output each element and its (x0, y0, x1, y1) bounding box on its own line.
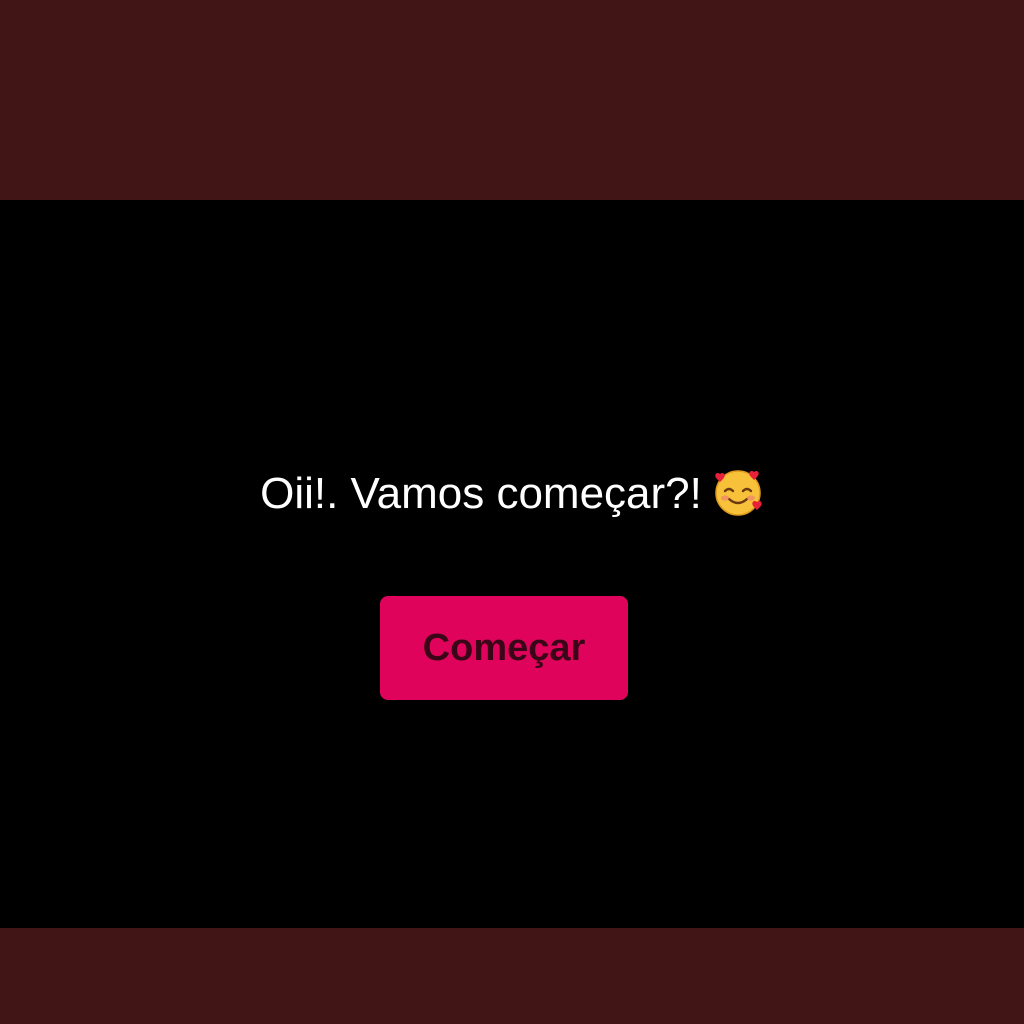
smiling-face-with-hearts-icon (712, 466, 764, 518)
top-band (0, 0, 1024, 200)
start-button[interactable]: Começar (380, 596, 628, 700)
greeting-heading: Oii!. Vamos começar?! (0, 462, 1024, 524)
app-frame: Oii!. Vamos começar?! Começar (0, 0, 1024, 1024)
bottom-band (0, 928, 1024, 1024)
greeting-text: Oii!. Vamos começar?! (260, 469, 702, 519)
welcome-stage: Oii!. Vamos começar?! Começar (0, 200, 1024, 928)
